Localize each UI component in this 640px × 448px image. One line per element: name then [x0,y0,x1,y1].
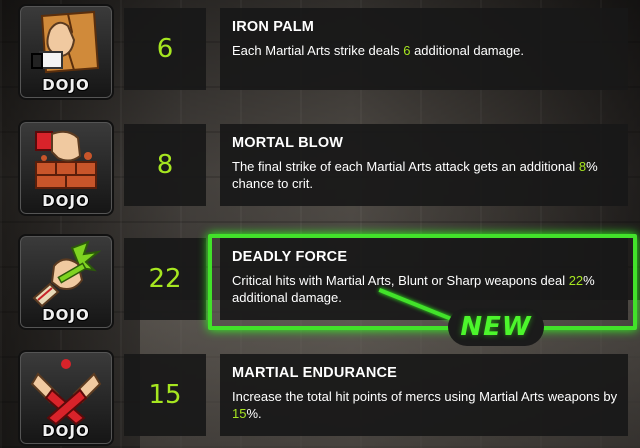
perk-description-text: The final strike of each Martial Arts at… [232,159,579,174]
perk-value-box: 15 [124,354,206,436]
perk-icon-tile: DOJO [18,350,114,446]
perk-description-text: %. [246,406,262,421]
fist-breaking-bricks-icon [35,130,97,189]
perk-description-highlight: 15 [232,406,247,421]
perk-description: The final strike of each Martial Arts at… [232,158,622,192]
perk-title: IRON PALM [232,19,315,35]
new-badge-label: NEW [460,312,532,342]
perk-description-text: additional damage. [410,43,524,58]
perk-description: Increase the total hit points of mercs u… [232,388,622,422]
perk-description-box: MORTAL BLOW The final strike of each Mar… [220,124,628,206]
new-badge: NEW [448,308,544,346]
perk-description-text: Each Martial Arts strike deals [232,43,404,58]
perk-icon-tile: DOJO [18,120,114,216]
palm-breaking-board-icon [31,10,100,74]
perk-icon-tile: DOJO [18,4,114,100]
perk-value: 8 [156,150,174,180]
dojo-label: DOJO [42,422,90,440]
dojo-label: DOJO [42,306,90,324]
perk-value-box: 22 [124,238,206,320]
perk-value-box: 6 [124,8,206,90]
perk-value-box: 8 [124,124,206,206]
perk-value: 6 [156,34,174,64]
perk-value: 15 [148,380,182,410]
fist-crushing-plant-icon [32,240,102,308]
perk-description: Each Martial Arts strike deals 6 additio… [232,42,622,59]
perk-description-box: MARTIAL ENDURANCE Increase the total hit… [220,354,628,436]
perk-description-box: IRON PALM Each Martial Arts strike deals… [220,8,628,90]
perk-title: MARTIAL ENDURANCE [232,365,398,381]
perk-description-highlight: 8 [578,159,587,174]
selection-highlight [208,234,637,330]
perk-title: MORTAL BLOW [232,135,344,151]
perk-description-text: Increase the total hit points of mercs u… [232,389,618,404]
dojo-label: DOJO [42,192,90,210]
perk-value: 22 [148,264,182,294]
perk-icon-tile: DOJO [18,234,114,330]
crossed-wrapped-fists-icon [30,359,102,426]
dojo-label: DOJO [42,76,90,94]
